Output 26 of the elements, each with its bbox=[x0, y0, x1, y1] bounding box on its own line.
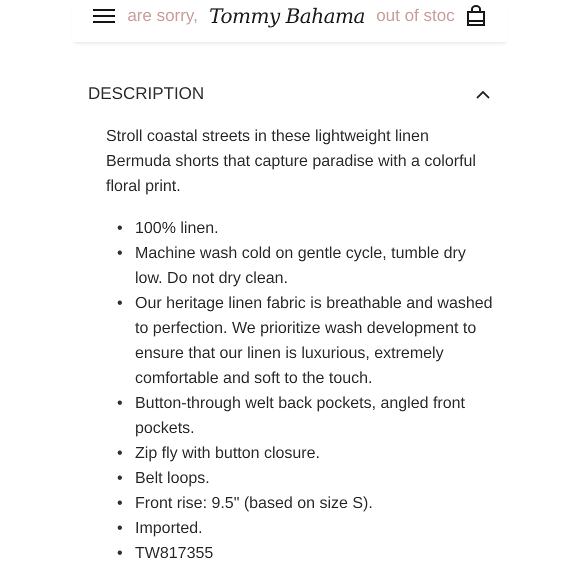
menu-icon[interactable] bbox=[92, 8, 116, 24]
shopping-bag-icon[interactable] bbox=[466, 5, 486, 27]
bullet-marker: • bbox=[117, 219, 124, 239]
bullet-marker: • bbox=[117, 444, 124, 464]
bullet-marker: • bbox=[117, 244, 124, 264]
bullet-item: Zip fly with button closure. bbox=[135, 444, 320, 464]
bullet-item: Machine wash cold on gentle cycle, tumble dry low. Do not dry clean. bbox=[135, 244, 467, 289]
chevron-up-icon[interactable] bbox=[476, 90, 490, 98]
bullet-marker: • bbox=[117, 294, 124, 314]
logo[interactable]: Tommy Bahama bbox=[209, 4, 365, 28]
section-title: DESCRIPTION bbox=[88, 84, 204, 104]
bullet-item: Button-through welt back pockets, angled front pockets. bbox=[135, 394, 466, 439]
bullet-marker: • bbox=[117, 469, 124, 489]
bullet-item: Imported. bbox=[135, 519, 203, 539]
bullet-marker: • bbox=[117, 544, 124, 564]
banner-text: are sorry, bbox=[127, 6, 198, 26]
bullet-marker: • bbox=[117, 494, 124, 514]
bullet-item: Front rise: 9.5" (based on size S). bbox=[135, 494, 373, 514]
description-text: Stroll coastal streets in these lightweight linen Bermuda shorts that capture paradise with a colorful floral print. bbox=[106, 127, 477, 197]
bullet-item: Belt loops. bbox=[135, 469, 210, 489]
bullet-item: 100% linen. bbox=[135, 219, 219, 239]
banner-text: out of stoc bbox=[376, 6, 455, 26]
bullet-marker: • bbox=[117, 394, 124, 414]
bullet-item: TW817355 bbox=[135, 544, 214, 564]
bullet-marker: • bbox=[117, 519, 124, 539]
bullet-item: Our heritage linen fabric is breathable and washed to perfection. We prioritize wash development to ensure that our linen is luxurious, extremely comfortable and soft to the touch. bbox=[135, 294, 494, 389]
